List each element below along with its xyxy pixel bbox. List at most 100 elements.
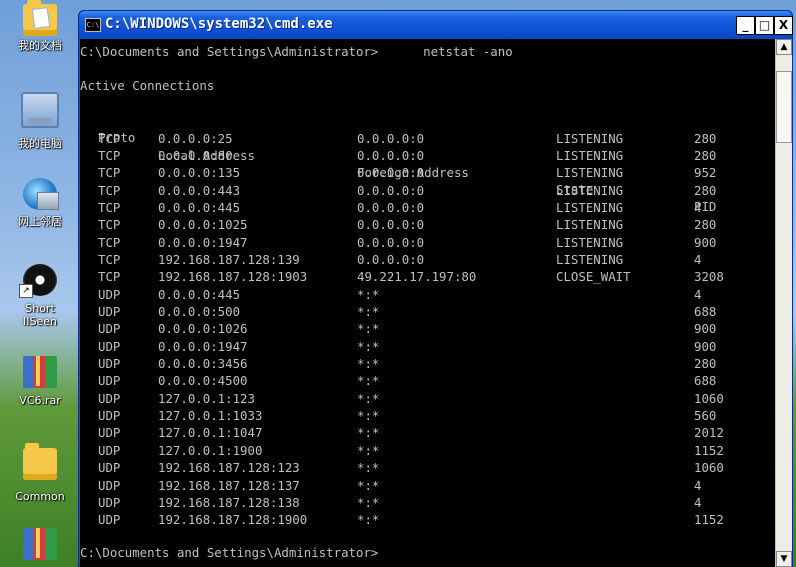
scroll-down-button[interactable]: ▼ (776, 551, 792, 567)
row-foreign-address: 49.221.17.197:80 (357, 269, 477, 285)
row-local-address: 0.0.0.0:1947 (158, 234, 248, 250)
title-bar[interactable]: C:\ C:\WINDOWS\system32\cmd.exe _ □ X (79, 11, 793, 39)
row-proto: TCP (98, 182, 121, 198)
row-foreign-address: 0.0.0.0:0 (357, 217, 425, 233)
row-local-address: 0.0.0.0:443 (158, 182, 241, 198)
row-proto: UDP (98, 356, 121, 372)
row-pid: 2012 (694, 425, 724, 441)
row-pid: 1060 (694, 390, 724, 406)
row-foreign-address: *:* (357, 390, 380, 406)
desktop-icon-label: 我的文档 (18, 39, 62, 52)
close-button[interactable]: X (774, 16, 793, 35)
window-title: C:\WINDOWS\system32\cmd.exe (105, 16, 333, 32)
row-local-address: 0.0.0.0:80 (158, 147, 233, 163)
row-state: LISTENING (556, 130, 624, 146)
row-foreign-address: *:* (357, 477, 380, 493)
row-foreign-address: *:* (357, 442, 380, 458)
row-pid: 560 (694, 408, 717, 424)
desktop-icon-vc6-rar[interactable]: VC6.rar (4, 356, 76, 407)
row-local-address: 0.0.0.0:135 (158, 165, 241, 181)
row-pid: 1060 (694, 460, 724, 476)
row-foreign-address: *:* (357, 321, 380, 337)
row-local-address: 0.0.0.0:1026 (158, 321, 248, 337)
row-proto: TCP (98, 199, 121, 215)
final-prompt: C:\Documents and Settings\Administrator> (80, 545, 379, 560)
row-foreign-address: 0.0.0.0:0 (357, 130, 425, 146)
active-connections-heading: Active Connections (80, 78, 215, 93)
row-local-address: 192.168.187.128:123 (158, 460, 300, 476)
row-proto: UDP (98, 373, 121, 389)
row-local-address: 192.168.187.128:1903 (158, 269, 308, 285)
row-proto: TCP (98, 217, 121, 233)
rar-archive-icon (23, 356, 57, 388)
desktop-icon-label-line2: IISeen (23, 315, 57, 328)
row-proto: TCP (98, 147, 121, 163)
row-proto: UDP (98, 425, 121, 441)
vertical-scrollbar[interactable]: ▲ ▼ (775, 39, 792, 567)
row-pid: 4 (694, 199, 702, 215)
row-proto: UDP (98, 390, 121, 406)
row-pid: 280 (694, 130, 717, 146)
row-state: LISTENING (556, 182, 624, 198)
row-pid: 1152 (694, 442, 724, 458)
console-output[interactable]: C:\Documents and Settings\Administrator>… (80, 39, 775, 567)
row-local-address: 0.0.0.0:500 (158, 304, 241, 319)
row-proto: TCP (98, 130, 121, 146)
row-pid: 3208 (694, 269, 724, 285)
row-proto: UDP (98, 286, 121, 302)
row-foreign-address: *:* (357, 408, 380, 424)
row-foreign-address: *:* (357, 373, 380, 389)
row-local-address: 127.0.0.1:1900 (158, 442, 263, 458)
row-foreign-address: 0.0.0.0:0 (357, 147, 425, 163)
row-proto: UDP (98, 321, 121, 337)
row-pid: 4 (694, 477, 702, 493)
row-local-address: 127.0.0.1:1033 (158, 408, 263, 424)
row-local-address: 192.168.187.128:1900 (158, 512, 308, 528)
row-foreign-address: 0.0.0.0:0 (357, 165, 425, 181)
desktop-icon-network-places[interactable]: 网上邻居 (4, 178, 76, 228)
row-pid: 688 (694, 373, 717, 389)
desktop-icon-partial-rar[interactable] (4, 528, 76, 560)
row-pid: 1152 (694, 512, 724, 528)
row-local-address: 192.168.187.128:138 (158, 494, 300, 510)
desktop-icon-common[interactable]: Common (4, 442, 76, 503)
row-proto: UDP (98, 460, 121, 476)
row-pid: 952 (694, 165, 717, 181)
desktop-icon-label: 我的电脑 (18, 137, 62, 150)
row-state: LISTENING (556, 251, 624, 267)
minimize-button[interactable]: _ (736, 16, 755, 35)
row-pid: 280 (694, 147, 717, 163)
network-places-icon (23, 178, 59, 210)
row-pid: 280 (694, 182, 717, 198)
row-foreign-address: *:* (357, 460, 380, 476)
row-foreign-address: 0.0.0.0:0 (357, 199, 425, 215)
row-local-address: 0.0.0.0:445 (158, 199, 241, 215)
row-pid: 900 (694, 338, 717, 354)
desktop-icon-label: Common (15, 490, 65, 503)
desktop-icon-my-documents[interactable]: 我的文档 (4, 0, 76, 52)
cmd-icon[interactable]: C:\ (85, 18, 101, 32)
cmd-window[interactable]: C:\ C:\WINDOWS\system32\cmd.exe _ □ X C:… (78, 10, 793, 567)
table-header: Proto Local Address Foreign Address Stat… (80, 112, 716, 214)
row-pid: 4 (694, 286, 702, 302)
row-proto: TCP (98, 269, 121, 285)
desktop-icon-shortcut[interactable]: Short IISeen (4, 264, 76, 328)
row-pid: 900 (694, 321, 717, 337)
row-proto: TCP (98, 165, 121, 181)
desktop-icon-my-computer[interactable]: 我的电脑 (4, 92, 76, 150)
row-pid: 4 (694, 494, 702, 510)
maximize-button[interactable]: □ (755, 16, 774, 35)
row-local-address: 127.0.0.1:123 (158, 390, 255, 406)
row-proto: UDP (98, 477, 121, 493)
row-proto: UDP (98, 304, 121, 319)
scroll-up-button[interactable]: ▲ (776, 39, 792, 55)
row-state: LISTENING (556, 234, 624, 250)
shortcut-disc-icon (19, 264, 57, 298)
row-local-address: 192.168.187.128:139 (158, 251, 300, 267)
row-local-address: 0.0.0.0:25 (158, 130, 233, 146)
scroll-thumb[interactable] (776, 71, 792, 143)
my-documents-icon (23, 0, 57, 36)
row-proto: UDP (98, 442, 121, 458)
row-proto: TCP (98, 251, 121, 267)
row-pid: 900 (694, 234, 717, 250)
